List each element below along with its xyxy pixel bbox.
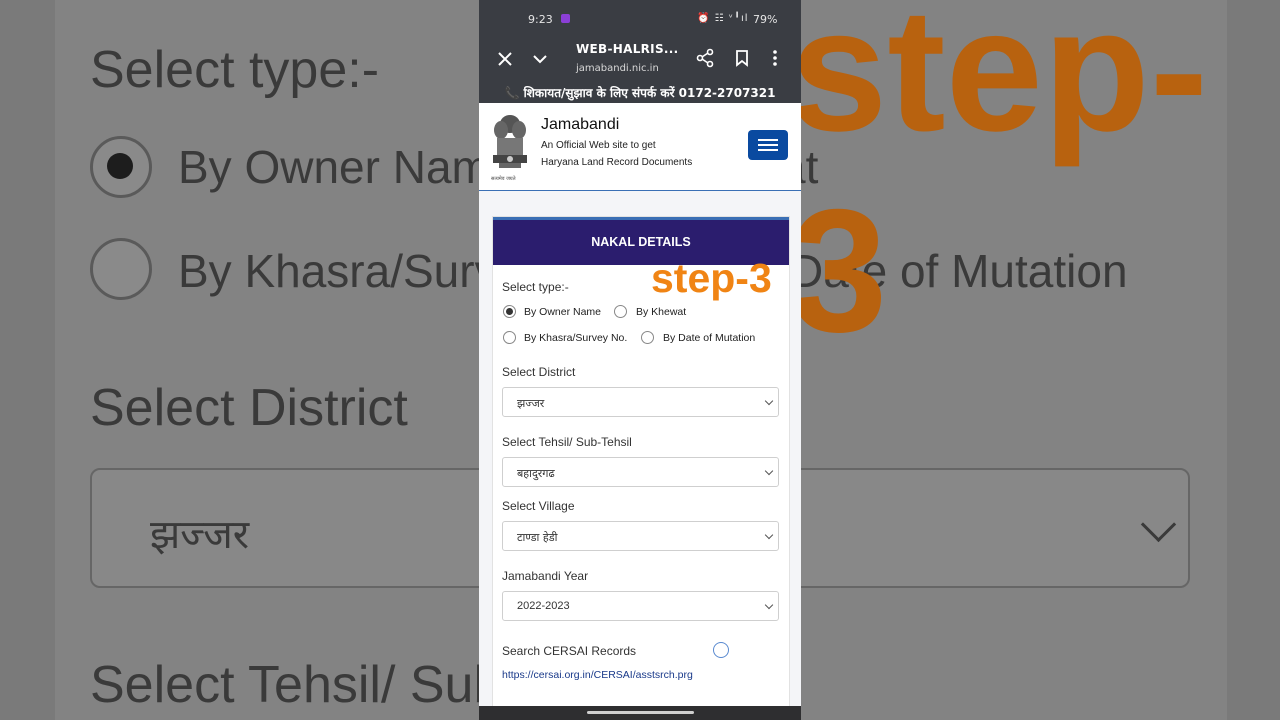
- site-title[interactable]: Jamabandi: [541, 116, 619, 134]
- radio-label-owner-name[interactable]: By Owner Name: [524, 306, 601, 318]
- emblem-icon: [493, 115, 527, 168]
- status-time: 9:23: [528, 13, 553, 26]
- bookmark-icon[interactable]: [732, 48, 752, 68]
- chevron-down-icon: [764, 396, 774, 406]
- bg-tehsil-label: Select Tehsil/ Sub: [90, 656, 503, 714]
- bg-select-type-label: Select type:-: [90, 41, 380, 99]
- home-gesture-bar[interactable]: [587, 711, 694, 714]
- chevron-down-icon: [764, 466, 774, 476]
- village-label: Select Village: [502, 499, 575, 513]
- tehsil-value: बहादुरगढ: [517, 467, 555, 480]
- chevron-down-icon: [764, 530, 774, 540]
- bg-option-owner: By Owner Name: [178, 141, 516, 193]
- cersai-label: Search CERSAI Records: [502, 644, 637, 658]
- cersai-link[interactable]: https://cersai.org.in/CERSAI/asstsrch.pr…: [502, 669, 693, 681]
- district-select[interactable]: झज्जर: [502, 387, 779, 417]
- site-subtitle-line2: Haryana Land Record Documents: [541, 157, 693, 168]
- page-title: WEB-HALRIS...: [576, 42, 679, 56]
- radio-label-khasra[interactable]: By Khasra/Survey No.: [524, 332, 627, 344]
- jamabandi-year-label: Jamabandi Year: [502, 569, 589, 583]
- page-url[interactable]: jamabandi.nic.in: [576, 63, 659, 74]
- bg-step-label: step-3: [790, 0, 1209, 369]
- bg-option-khasra: By Khasra/Surve: [178, 245, 524, 297]
- radio-by-owner-name[interactable]: [503, 305, 516, 318]
- village-value: टाण्डा हेडी: [517, 531, 558, 544]
- bg-radio-khasra: [90, 238, 152, 300]
- jamabandi-year-value: 2022-2023: [517, 600, 570, 612]
- bg-district-label: Select District: [90, 379, 408, 437]
- phone-screen: 9:23 ⏰ ☷ ᵛ╹ıl 79% WEB-HALRIS... jamaband…: [479, 0, 801, 720]
- more-options-icon[interactable]: [767, 48, 783, 68]
- menu-bar-icon: [758, 149, 778, 151]
- browser-toolbar: WEB-HALRIS... jamabandi.nic.in: [479, 38, 801, 84]
- contact-text: शिकायत/सुझाव के लिए संपर्क करें 0172-270…: [523, 86, 776, 100]
- chevron-down-icon[interactable]: [531, 50, 549, 68]
- emblem-motto: सत्यमेव जयते: [491, 176, 516, 182]
- select-type-label: Select type:-: [502, 280, 569, 294]
- radio-by-date-of-mutation[interactable]: [641, 331, 654, 344]
- tehsil-select[interactable]: बहादुरगढ: [502, 457, 779, 487]
- jamabandi-year-select[interactable]: 2022-2023: [502, 591, 779, 621]
- bg-district-value: झज्जर: [150, 512, 250, 558]
- battery-level: 79%: [753, 13, 778, 26]
- step-overlay-label: step-3: [651, 255, 772, 301]
- chevron-down-icon: [764, 600, 774, 610]
- radio-label-khewat[interactable]: By Khewat: [636, 306, 686, 318]
- district-label: Select District: [502, 365, 576, 379]
- site-subtitle-line1: An Official Web site to get: [541, 140, 656, 151]
- radio-label-date-of-mutation[interactable]: By Date of Mutation: [663, 332, 755, 344]
- app-notification-icon: [561, 14, 570, 23]
- phone-icon: 📞: [504, 86, 520, 100]
- loading-spinner-icon: [713, 642, 729, 658]
- tehsil-label: Select Tehsil/ Sub-Tehsil: [502, 435, 632, 449]
- menu-bar-icon: [758, 144, 778, 146]
- menu-bar-icon: [758, 139, 778, 141]
- bg-radio-owner: [90, 136, 152, 198]
- close-icon[interactable]: [496, 50, 514, 68]
- status-bar: 9:23 ⏰ ☷ ᵛ╹ıl 79%: [479, 0, 801, 38]
- system-nav-bar: [479, 706, 801, 720]
- share-icon[interactable]: [695, 48, 715, 68]
- contact-bar[interactable]: 📞 शिकायत/सुझाव के लिए संपर्क करें 0172-2…: [479, 84, 801, 103]
- site-header: सत्यमेव जयते Jamabandi An Official Web s…: [479, 103, 801, 191]
- radio-by-khewat[interactable]: [614, 305, 627, 318]
- district-value: झज्जर: [517, 397, 545, 410]
- hamburger-menu-button[interactable]: [748, 130, 788, 160]
- status-icons: ⏰ ☷ ᵛ╹ıl: [697, 13, 749, 24]
- village-select[interactable]: टाण्डा हेडी: [502, 521, 779, 551]
- radio-by-khasra[interactable]: [503, 331, 516, 344]
